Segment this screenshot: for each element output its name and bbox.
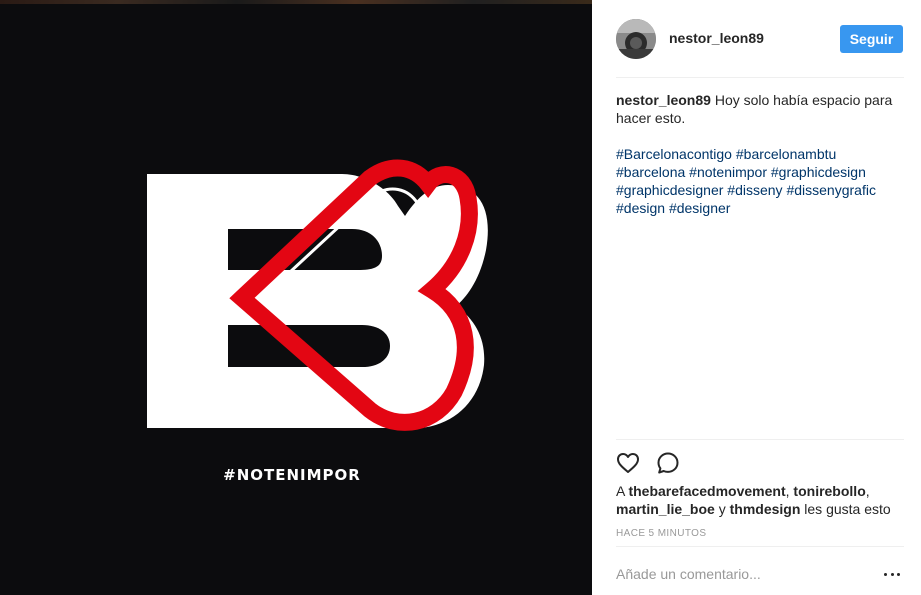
hashtag-link[interactable]: #graphicdesigner <box>616 182 723 198</box>
likes-conjunction: y <box>718 501 726 517</box>
post-image[interactable]: #NOTENIMPOR <box>0 0 592 595</box>
avatar-photo <box>616 19 656 59</box>
caption-comment: nestor_leon89 Hoy solo había espacio par… <box>616 91 906 127</box>
likes-separator: , <box>865 483 870 499</box>
add-comment-input[interactable] <box>616 560 866 588</box>
caption-block: nestor_leon89 Hoy solo había espacio par… <box>616 91 906 217</box>
hashtag-list: #Barcelonacontigo #barcelonambtu #barcel… <box>616 145 906 217</box>
hashtag-link[interactable]: #dissenygrafic <box>786 182 876 198</box>
header-username-link[interactable]: nestor_leon89 <box>669 30 764 46</box>
hashtag-link[interactable]: #disseny <box>727 182 782 198</box>
barcelona-b-heart-logo <box>147 159 488 431</box>
avatar[interactable] <box>616 19 656 59</box>
likes-separator: , <box>785 483 790 499</box>
caption-author-link[interactable]: nestor_leon89 <box>616 92 711 108</box>
hashtag-link[interactable]: #graphicdesign <box>771 164 866 180</box>
ellipsis-dot <box>897 572 900 576</box>
action-bar <box>616 451 680 475</box>
side-panel: nestor_leon89 Seguir nestor_leon89 Hoy s… <box>592 0 921 595</box>
liker-link[interactable]: thebarefacedmovement <box>628 483 785 499</box>
post-header: nestor_leon89 Seguir <box>592 0 921 78</box>
hashtag-link[interactable]: #barcelonambtu <box>736 146 836 162</box>
ellipsis-icon[interactable] <box>884 569 900 579</box>
likes-suffix: les gusta esto <box>804 501 891 517</box>
hashtag-link[interactable]: #barcelona <box>616 164 685 180</box>
speech-bubble-icon[interactable] <box>656 451 680 475</box>
image-hashtag-text: #NOTENIMPOR <box>223 466 361 484</box>
liker-link[interactable]: thmdesign <box>730 501 801 517</box>
likes-prefix: A <box>616 483 625 499</box>
likes-summary: A thebarefacedmovement, tonirebollo, mar… <box>616 482 912 518</box>
instagram-post: #NOTENIMPOR nestor_leon89 Seguir nestor_… <box>0 0 921 595</box>
heart-outline-icon[interactable] <box>616 451 640 475</box>
post-timestamp[interactable]: HACE 5 MINUTOS <box>616 528 706 539</box>
follow-button[interactable]: Seguir <box>840 25 903 53</box>
ellipsis-dot <box>884 572 887 576</box>
ellipsis-dot <box>890 572 894 576</box>
hashtag-link[interactable]: #designer <box>669 200 731 216</box>
hashtag-link[interactable]: #notenimpor <box>689 164 767 180</box>
liker-link[interactable]: tonirebollo <box>793 483 865 499</box>
hashtag-link[interactable]: #design <box>616 200 665 216</box>
actions-divider <box>616 439 904 440</box>
liker-link[interactable]: martin_lie_boe <box>616 501 715 517</box>
hashtag-link[interactable]: #Barcelonacontigo <box>616 146 732 162</box>
comment-divider <box>616 546 904 547</box>
